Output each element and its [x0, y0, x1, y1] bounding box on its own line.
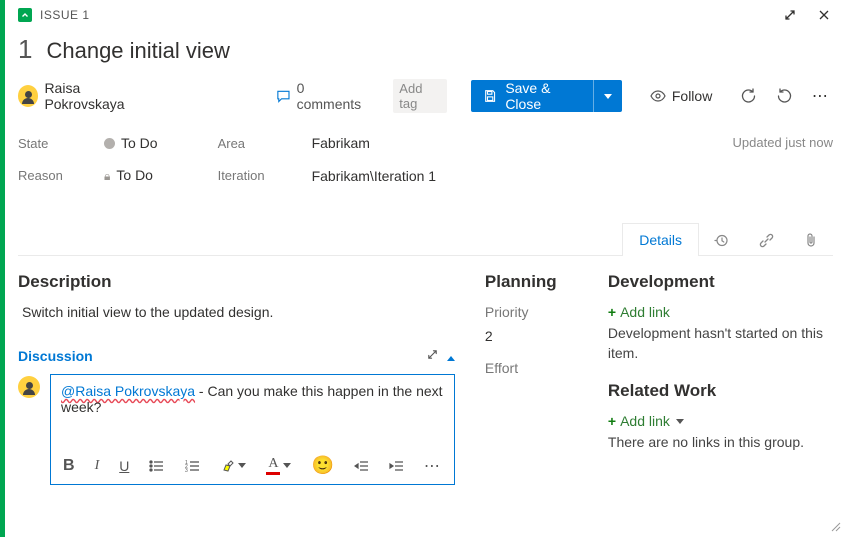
resize-handle-icon[interactable] — [829, 520, 841, 535]
indent-button[interactable] — [389, 460, 404, 472]
planning-heading: Planning — [485, 272, 578, 292]
title-row: 1 Change initial view — [18, 34, 833, 65]
comments-label: 0 comments — [297, 80, 368, 112]
plus-icon: + — [608, 304, 616, 320]
reason-value[interactable]: 🔒︎To Do — [104, 167, 158, 184]
tab-links[interactable] — [744, 223, 789, 256]
plus-icon: + — [608, 413, 616, 429]
bold-button[interactable]: B — [63, 457, 75, 475]
related-hint: There are no links in this group. — [608, 433, 833, 453]
highlight-button[interactable] — [221, 459, 246, 473]
work-item-type-stripe — [0, 0, 5, 537]
state-dot-icon — [104, 138, 115, 149]
priority-label: Priority — [485, 304, 578, 320]
window-header: ISSUE 1 — [18, 6, 833, 24]
related-heading: Related Work — [608, 381, 833, 401]
description-heading: Description — [18, 272, 455, 292]
iteration-value[interactable]: Fabrikam\Iteration 1 — [312, 168, 437, 184]
assignee-picker[interactable]: Raisa Pokrovskaya — [18, 80, 156, 112]
updated-timestamp: Updated just now — [733, 135, 833, 150]
area-label: Area — [218, 136, 282, 151]
reason-label: Reason — [18, 168, 74, 183]
chevron-down-icon — [676, 419, 684, 424]
related-add-link[interactable]: +Add link — [608, 413, 833, 429]
outdent-button[interactable] — [354, 460, 369, 472]
issue-label: ISSUE 1 — [40, 8, 90, 22]
comment-avatar-icon — [18, 376, 40, 398]
tab-history[interactable] — [699, 223, 744, 256]
toolbar-more-button[interactable]: ⋯ — [424, 456, 442, 476]
priority-value[interactable]: 2 — [485, 328, 578, 344]
discussion-expand-icon[interactable] — [426, 348, 439, 364]
discussion-collapse-icon[interactable] — [447, 348, 455, 364]
bullet-list-button[interactable] — [149, 459, 165, 473]
area-value[interactable]: Fabrikam — [312, 135, 437, 151]
emoji-button[interactable]: 🙂 — [311, 455, 333, 476]
font-color-button[interactable]: A — [266, 456, 291, 475]
lock-icon: 🔒︎ — [104, 169, 110, 183]
comment-body[interactable]: @Raisa Pokrovskaya - Can you make this h… — [51, 375, 454, 447]
work-item-title[interactable]: Change initial view — [46, 38, 229, 64]
dev-hint: Development hasn't started on this item. — [608, 324, 833, 363]
save-caret[interactable] — [593, 80, 622, 112]
close-icon[interactable] — [815, 6, 833, 24]
refresh-button[interactable] — [736, 83, 760, 109]
underline-button[interactable]: U — [119, 458, 129, 474]
number-list-button[interactable]: 123 — [185, 459, 201, 473]
comment-editor[interactable]: @Raisa Pokrovskaya - Can you make this h… — [50, 374, 455, 485]
follow-label: Follow — [672, 88, 712, 104]
italic-button[interactable]: I — [95, 458, 100, 474]
work-item-number: 1 — [18, 34, 32, 65]
mention-link[interactable]: @Raisa Pokrovskaya — [61, 383, 195, 399]
tab-attachments[interactable] — [789, 223, 833, 256]
expand-icon[interactable] — [781, 6, 799, 24]
follow-button[interactable]: Follow — [644, 84, 718, 108]
state-value[interactable]: To Do — [104, 135, 158, 151]
description-text[interactable]: Switch initial view to the updated desig… — [22, 304, 455, 320]
iteration-label: Iteration — [218, 168, 282, 183]
add-tag-button[interactable]: Add tag — [393, 79, 447, 113]
tab-details[interactable]: Details — [622, 223, 699, 256]
svg-text:3: 3 — [185, 468, 188, 473]
development-heading: Development — [608, 272, 833, 292]
state-label: State — [18, 136, 74, 151]
revert-button[interactable] — [773, 83, 797, 109]
assignee-name: Raisa Pokrovskaya — [44, 80, 155, 112]
editor-toolbar: B I U 123 A 🙂 ⋯ — [51, 447, 454, 484]
avatar-icon — [18, 85, 38, 107]
discussion-heading: Discussion — [18, 348, 93, 364]
comments-count[interactable]: 0 comments — [276, 80, 368, 112]
effort-label: Effort — [485, 360, 578, 376]
save-label: Save & Close — [505, 80, 581, 112]
dev-add-link[interactable]: +Add link — [608, 304, 833, 320]
tabs-bar: Details — [18, 222, 833, 256]
issue-type-icon — [18, 8, 32, 22]
more-actions-button[interactable]: ⋯ — [809, 83, 833, 109]
save-close-button[interactable]: Save & Close — [471, 80, 622, 112]
